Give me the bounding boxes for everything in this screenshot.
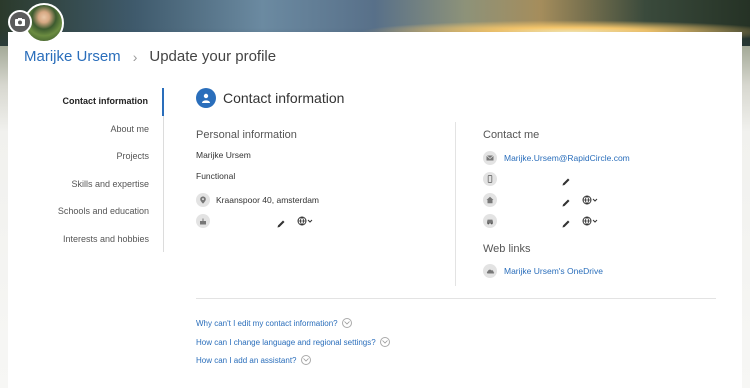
nav-item-about-me[interactable]: About me: [48, 116, 163, 144]
breadcrumb: Marijke Ursem › Update your profile: [24, 48, 276, 65]
edit-home-pencil-icon[interactable]: [561, 195, 571, 207]
edit-car-pencil-icon[interactable]: [561, 216, 571, 228]
nav-item-skills[interactable]: Skills and expertise: [48, 171, 163, 199]
nav-item-education[interactable]: Schools and education: [48, 198, 163, 226]
breadcrumb-user-link[interactable]: Marijke Ursem: [24, 48, 121, 65]
location-icon: [196, 193, 210, 207]
car-visibility-globe-icon[interactable]: [582, 216, 598, 226]
personal-job-title: Functional: [196, 171, 236, 181]
mail-icon: [483, 151, 497, 165]
car-icon: [483, 214, 497, 228]
column-divider: [455, 122, 456, 286]
cake-icon: [196, 214, 210, 228]
camera-icon[interactable]: [8, 10, 32, 34]
user-icon: [196, 88, 216, 108]
onedrive-link[interactable]: Marijke Ursem's OneDrive: [504, 266, 603, 276]
nav-item-projects[interactable]: Projects: [48, 143, 163, 171]
personal-address: Kraanspoor 40, amsterdam: [216, 195, 319, 205]
faq-item-label: Why can't I edit my contact information?: [196, 318, 338, 328]
faq-divider: [196, 298, 716, 299]
cloud-icon: [483, 264, 497, 278]
edit-birthday-pencil-icon[interactable]: [276, 216, 286, 228]
chevron-down-icon: [341, 318, 352, 328]
faq-item-assistant[interactable]: How can I add an assistant?: [196, 355, 311, 365]
nav-item-interests[interactable]: Interests and hobbies: [48, 226, 163, 254]
mobile-icon: [483, 172, 497, 186]
birthday-visibility-globe-icon[interactable]: [297, 216, 313, 226]
page-title: Update your profile: [149, 48, 277, 65]
personal-info-heading: Personal information: [196, 129, 297, 141]
section-heading: Contact information: [196, 88, 344, 108]
web-links-heading: Web links: [483, 243, 531, 255]
faq-item-language[interactable]: How can I change language and regional s…: [196, 337, 390, 347]
home-icon: [483, 193, 497, 207]
section-title: Contact information: [223, 90, 345, 106]
chevron-right-icon: ›: [132, 48, 138, 65]
nav-item-contact-information[interactable]: Contact information: [48, 88, 164, 116]
chevron-down-icon: [300, 355, 311, 365]
contact-me-heading: Contact me: [483, 129, 540, 141]
chevron-down-icon: [379, 337, 390, 347]
personal-name: Marijke Ursem: [196, 150, 251, 160]
profile-sidenav: Contact information About me Projects Sk…: [48, 88, 164, 252]
faq-item-label: How can I change language and regional s…: [196, 337, 376, 347]
contact-email-link[interactable]: Marijke.Ursem@RapidCircle.com: [504, 153, 630, 163]
home-visibility-globe-icon[interactable]: [582, 195, 598, 205]
edit-mobile-pencil-icon[interactable]: [561, 174, 571, 186]
faq-item-label: How can I add an assistant?: [196, 355, 297, 365]
profile-card: Marijke Ursem › Update your profile Cont…: [8, 32, 742, 388]
faq-item-edit-contact[interactable]: Why can't I edit my contact information?: [196, 318, 352, 328]
